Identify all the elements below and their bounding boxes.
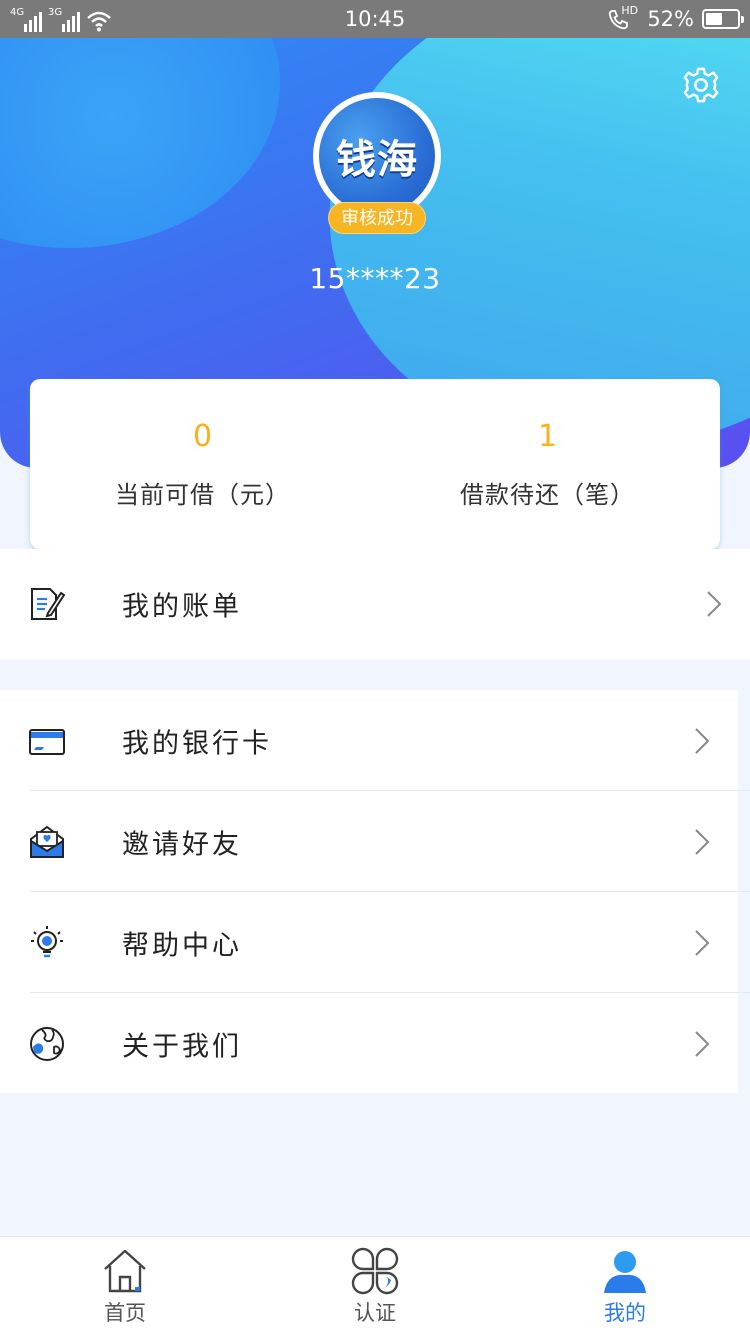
menu-item-invite-friends[interactable]: 邀请好友 [0,791,750,892]
menu-item-help-center[interactable]: 帮助中心 [0,892,750,993]
menu-section-main: 我的银行卡 邀请好友 帮助中心 关于我们 [0,690,750,1094]
verification-badge: 审核成功 [328,202,426,234]
menu-item-label: 邀请好友 [122,829,242,860]
stat-available-credit[interactable]: 0 当前可借（元） [30,379,375,549]
tab-label: 首页 [104,1301,146,1325]
stat-label: 当前可借（元） [115,481,290,509]
tab-mine[interactable]: 我的 [500,1237,750,1334]
menu-item-label: 我的账单 [122,591,242,623]
hd-label: HD [621,4,639,17]
clover-icon [351,1247,399,1295]
tab-home[interactable]: 首页 [0,1237,250,1334]
menu-item-label: 关于我们 [122,1031,242,1062]
battery-percent: 52% [647,7,694,31]
stats-card: 0 当前可借（元） 1 借款待还（笔） [30,379,720,549]
menu-item-bank-card[interactable]: 我的银行卡 [0,690,750,791]
avatar[interactable]: 钱海 [313,92,441,220]
tab-label: 我的 [604,1301,646,1325]
stat-value: 1 [537,419,558,454]
stat-label: 借款待还（笔） [460,481,635,509]
user-icon [604,1251,646,1293]
chevron-right-icon [707,591,722,617]
tab-verification[interactable]: 认证 [250,1237,500,1334]
bottom-tab-bar: 首页 认证 我的 [0,1236,750,1334]
lightbulb-icon [31,925,63,957]
bank-card-icon [29,728,65,755]
home-icon [104,1249,146,1293]
stat-pending-repayments[interactable]: 1 借款待还（笔） [375,379,720,549]
chevron-right-icon [695,828,710,855]
chevron-right-icon [695,929,710,956]
status-bar: 4G 3G 10:45 HD 52% [0,0,750,38]
gear-icon[interactable] [682,66,720,104]
hd-call-icon: HD [607,4,639,31]
invite-envelope-icon [30,825,64,858]
menu-section-bills: 我的账单 [0,549,750,659]
menu-item-label: 我的银行卡 [122,728,272,759]
tab-label: 认证 [354,1301,396,1325]
menu-item-bills[interactable]: 我的账单 [0,549,750,659]
menu-item-about-us[interactable]: 关于我们 [0,993,738,1094]
chevron-right-icon [695,1030,710,1057]
bill-edit-icon [31,588,66,620]
chevron-right-icon [695,727,710,754]
globe-icon [30,1026,64,1061]
avatar-logo-text: 钱海 [319,98,435,214]
menu-item-label: 帮助中心 [122,930,242,961]
stat-value: 0 [192,419,213,454]
battery-icon [702,9,744,29]
status-right: HD 52% [607,4,744,32]
user-phone: 15****23 [309,262,441,295]
